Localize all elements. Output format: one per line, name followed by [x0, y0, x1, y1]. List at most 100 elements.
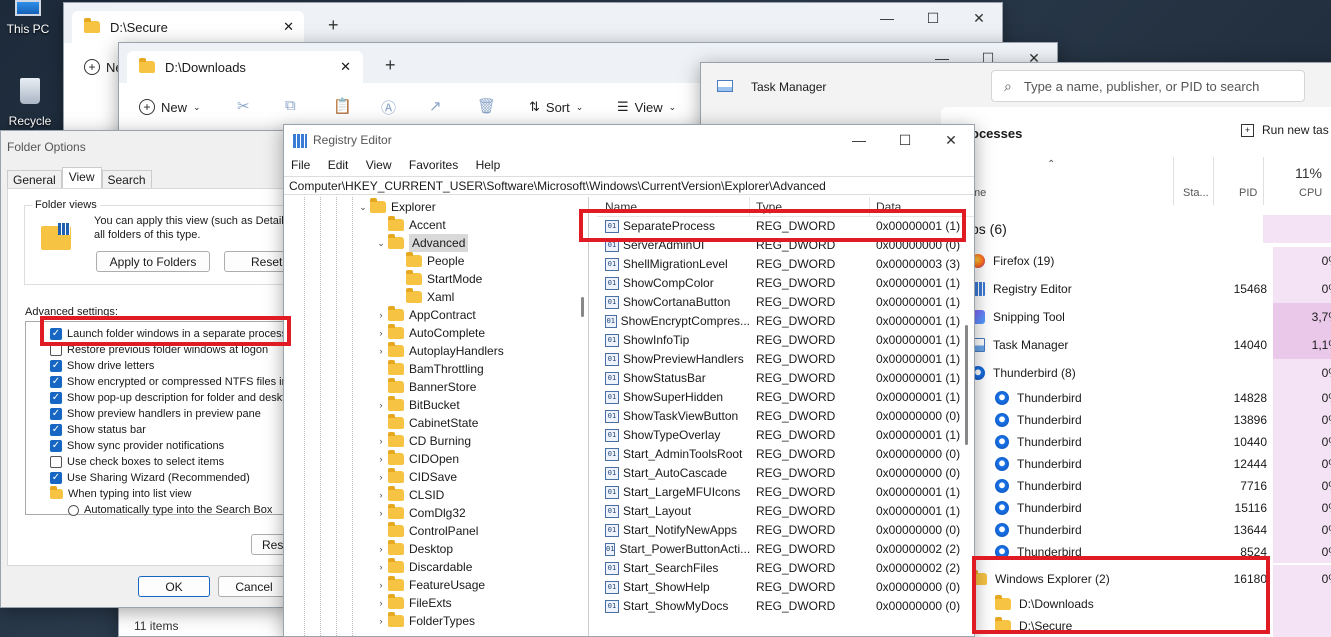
tree-node[interactable]: › CIDOpen	[356, 450, 504, 468]
minimize-icon[interactable]: —	[836, 125, 882, 155]
menu-file[interactable]: File	[291, 158, 310, 172]
sort-button[interactable]: ⇅ Sort ⌄	[529, 99, 583, 115]
maximize-icon[interactable]: ☐	[910, 3, 956, 33]
tree-node[interactable]: People	[356, 252, 504, 270]
copy-icon[interactable]: ⧉	[285, 97, 296, 114]
menu-view[interactable]: View	[366, 158, 392, 172]
registry-value-row[interactable]: 01 Start_LargeMFUIcons REG_DWORD 0x00000001…	[597, 483, 974, 502]
process-row[interactable]: Registry Editor 15468 0%	[971, 275, 1331, 303]
registry-value-row[interactable]: 01 Start_NotifyNewApps REG_DWORD 0x00000000…	[597, 521, 974, 540]
setting-checkbox-row[interactable]: Use check boxes to select items	[50, 454, 289, 470]
registry-value-row[interactable]: 01 ShowInfoTip REG_DWORD 0x00000001 (1)	[597, 331, 974, 350]
process-row[interactable]: Thunderbird 13896 0%	[971, 409, 1331, 431]
checkbox-checked-icon[interactable]: ✓	[50, 424, 62, 436]
checkbox-unchecked-icon[interactable]	[50, 456, 62, 468]
tab-general[interactable]: General	[7, 170, 62, 190]
tree-node[interactable]: ⌄ Explorer	[356, 198, 504, 216]
close-tab-icon[interactable]: ✕	[283, 19, 294, 35]
registry-value-row[interactable]: 01 Start_PowerButtonActi... REG_DWORD 0x000…	[597, 540, 974, 559]
registry-value-row[interactable]: 01 Start_ShowHelp REG_DWORD 0x00000000 (0)	[597, 578, 974, 597]
close-icon[interactable]: ✕	[956, 3, 1002, 33]
expand-chevron-icon[interactable]: ›	[374, 306, 388, 324]
process-row[interactable]: Thunderbird 15116 0%	[971, 497, 1331, 519]
registry-value-row[interactable]: 01 ServerAdminUI REG_DWORD 0x00000000 (0)	[597, 236, 974, 255]
tree-node[interactable]: › Desktop	[356, 540, 504, 558]
advanced-settings-list[interactable]: ✓ Launch folder windows in a separate pro…	[25, 321, 289, 518]
checkbox-checked-icon[interactable]: ✓	[50, 328, 62, 340]
process-child-row[interactable]: D:\Downloads	[971, 593, 1331, 615]
tab-view[interactable]: View	[61, 167, 102, 190]
process-row[interactable]: Thunderbird (8) 0%	[971, 359, 1331, 387]
tree-node[interactable]: CabinetState	[356, 414, 504, 432]
tree-node[interactable]: StartMode	[356, 270, 504, 288]
setting-checkbox-row[interactable]: ✓ Show encrypted or compressed NTFS files…	[50, 374, 289, 390]
auto-type-radio[interactable]: Automatically type into the Search Box	[68, 502, 272, 518]
menu-favorites[interactable]: Favorites	[409, 158, 458, 172]
checkbox-checked-icon[interactable]: ✓	[50, 408, 62, 420]
registry-value-row[interactable]: 01 ShellMigrationLevel REG_DWORD 0x00000003…	[597, 255, 974, 274]
process-row[interactable]: Thunderbird 13644 0%	[971, 519, 1331, 541]
tree-node[interactable]: › CD Burning	[356, 432, 504, 450]
tree-node[interactable]: Accent	[356, 216, 504, 234]
column-header-data[interactable]: Data	[870, 197, 970, 216]
cut-icon[interactable]: ✂	[237, 97, 250, 115]
tree-node[interactable]: › FolderTypes	[356, 612, 504, 630]
tree-node[interactable]: › CLSID	[356, 486, 504, 504]
new-button[interactable]: + New ⌄	[139, 99, 201, 115]
checkbox-checked-icon[interactable]: ✓	[50, 440, 62, 452]
expand-chevron-icon[interactable]: ›	[374, 468, 388, 486]
values-scrollbar[interactable]	[965, 325, 968, 445]
column-header-pid[interactable]: PID	[1239, 187, 1257, 199]
registry-value-row[interactable]: 01 ShowEncryptCompres... REG_DWORD 0x000000…	[597, 312, 974, 331]
process-row[interactable]: Thunderbird 7716 0%	[971, 475, 1331, 497]
new-button[interactable]: + Ne	[84, 59, 123, 75]
process-row[interactable]: Task Manager 14040 1,1%	[971, 331, 1331, 359]
cancel-button[interactable]: Cancel	[218, 576, 289, 597]
address-bar[interactable]: Computer\HKEY_CURRENT_USER\Software\Micr…	[284, 176, 974, 195]
setting-checkbox-row[interactable]: ✓ Show preview handlers in preview pane	[50, 406, 289, 422]
registry-value-row[interactable]: 01 Start_Layout REG_DWORD 0x00000001 (1)	[597, 502, 974, 521]
registry-value-row[interactable]: 01 ShowStatusBar REG_DWORD 0x00000001 (1)	[597, 369, 974, 388]
setting-checkbox-row[interactable]: ✓ Show sync provider notifications	[50, 438, 289, 454]
tree-node[interactable]: › FileExts	[356, 594, 504, 612]
desktop-icon-this-pc[interactable]: This PC	[0, 0, 56, 44]
setting-checkbox-row[interactable]: ✓ Use Sharing Wizard (Recommended)	[50, 470, 289, 486]
expand-chevron-icon[interactable]: ›	[374, 612, 388, 630]
checkbox-checked-icon[interactable]: ✓	[50, 472, 62, 484]
tree-node[interactable]: › AppContract	[356, 306, 504, 324]
tree-node[interactable]: › ComDlg32	[356, 504, 504, 522]
new-tab-icon[interactable]: +	[385, 55, 396, 76]
run-new-task-button[interactable]: + Run new tas	[1241, 123, 1329, 137]
tree-node[interactable]: › AutoComplete	[356, 324, 504, 342]
process-row[interactable]: Thunderbird 10440 0%	[971, 431, 1331, 453]
reset-folders-button[interactable]: Reset F	[224, 251, 289, 272]
tree-node[interactable]: › FeatureUsage	[356, 576, 504, 594]
setting-checkbox-row[interactable]: ✓ Show status bar	[50, 422, 289, 438]
registry-value-row[interactable]: 01 Start_ShowMyDocs REG_DWORD 0x00000000 (0…	[597, 597, 974, 616]
registry-value-row[interactable]: 01 ShowCortanaButton REG_DWORD 0x00000001 (…	[597, 293, 974, 312]
apply-to-folders-button[interactable]: Apply to Folders	[96, 251, 210, 272]
registry-value-row[interactable]: 01 Start_SearchFiles REG_DWORD 0x00000002 (…	[597, 559, 974, 578]
menu-help[interactable]: Help	[476, 158, 501, 172]
process-row[interactable]: Snipping Tool 3,7%	[971, 303, 1331, 331]
setting-checkbox-row[interactable]: Restore previous folder windows at logon	[50, 342, 289, 358]
close-tab-icon[interactable]: ✕	[340, 59, 351, 75]
tree-node[interactable]: ⌄ Advanced	[356, 234, 504, 252]
paste-icon[interactable]: 📋	[333, 97, 352, 115]
delete-icon[interactable]: 🗑	[477, 97, 496, 115]
tree-node[interactable]: BamThrottling	[356, 360, 504, 378]
column-header-type[interactable]: Type	[750, 197, 870, 216]
registry-value-row[interactable]: 01 ShowCompColor REG_DWORD 0x00000001 (1)	[597, 274, 974, 293]
checkbox-checked-icon[interactable]: ✓	[50, 360, 62, 372]
setting-checkbox-row[interactable]: ✓ Show drive letters	[50, 358, 289, 374]
desktop-icon-recycle-bin[interactable]: Recycle Bin	[0, 78, 60, 142]
expand-chevron-icon[interactable]: ›	[374, 486, 388, 504]
process-row[interactable]: Firefox (19) 0%	[971, 247, 1331, 275]
rename-icon[interactable]: Ⓐ	[381, 97, 396, 118]
tree-scrollbar[interactable]	[581, 297, 584, 317]
menu-edit[interactable]: Edit	[328, 158, 349, 172]
search-input[interactable]: ⌕ Type a name, publisher, or PID to sear…	[991, 70, 1305, 102]
expand-chevron-icon[interactable]: ›	[374, 432, 388, 450]
expand-chevron-icon[interactable]: ⌄	[374, 234, 388, 252]
column-header-status[interactable]: Sta...	[1183, 187, 1209, 199]
